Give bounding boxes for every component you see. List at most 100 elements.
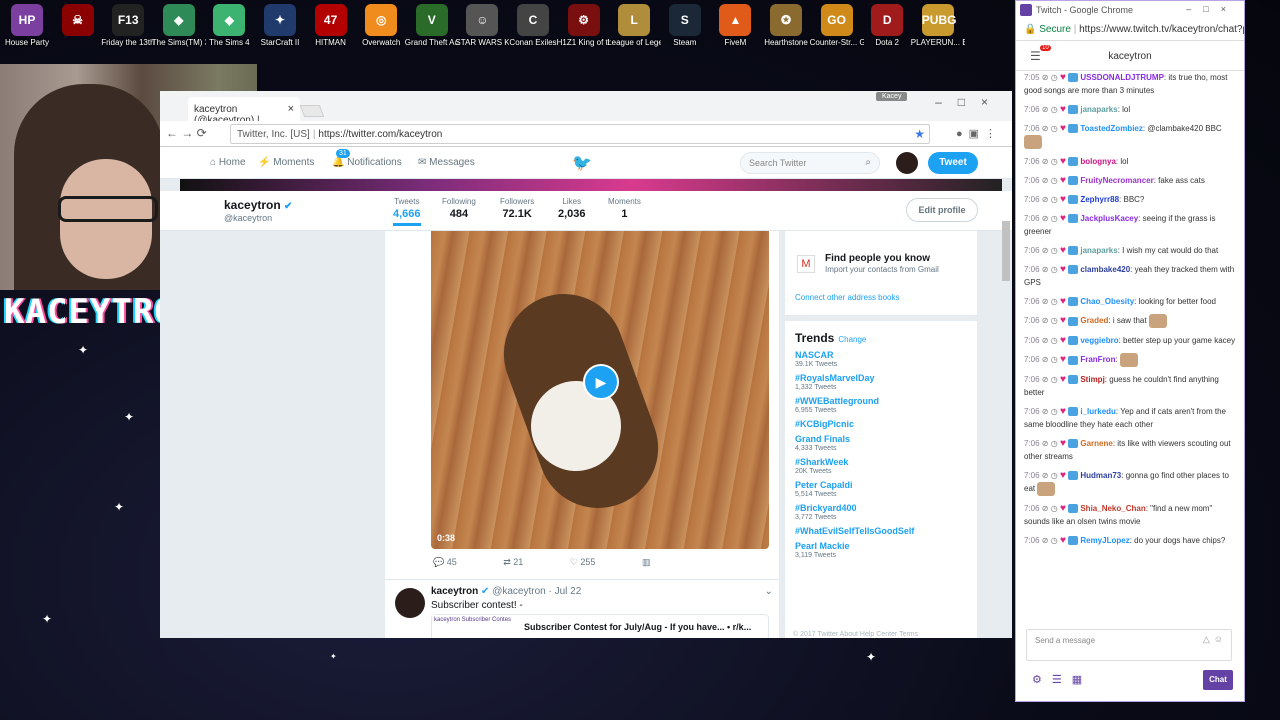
chat-username[interactable]: Graded [1080,316,1108,325]
mod-icons[interactable]: ⊘ ◷ [1040,471,1060,480]
link-card[interactable]: kaceytron Subscriber Contes Subscriber C… [431,614,769,638]
mod-icons[interactable]: ⊘ ◷ [1040,105,1060,114]
chat-username[interactable]: Chao_Obesity [1080,297,1134,306]
trend-item[interactable]: Pearl Mackie 3,119 Tweets [795,541,967,559]
emote-icon[interactable]: △☺ [1203,634,1227,645]
mod-icons[interactable]: ⊘ ◷ [1040,265,1060,274]
desktop-icon[interactable]: ✦ StarCraft II [253,4,307,48]
tweet-button[interactable]: Tweet [928,152,978,174]
chat-username[interactable]: clambake420 [1080,265,1130,274]
stat-following[interactable]: Following 484 [442,197,476,220]
trend-item[interactable]: #WWEBattleground 6,955 Tweets [795,396,967,414]
edit-profile-button[interactable]: Edit profile [906,198,978,222]
nav-messages[interactable]: ✉ Messages [418,157,475,168]
trend-item[interactable]: #WhatEvilSelfTellsGoodSelf [795,526,967,536]
mod-icons[interactable]: ⊘ ◷ [1040,297,1060,306]
mod-icons[interactable]: ⊘ ◷ [1040,124,1060,133]
chat-username[interactable]: janaparks [1080,246,1117,255]
mod-icons[interactable]: ⊘ ◷ [1040,73,1060,82]
desktop-icon[interactable]: ◆ The Sims(TM) 3 [152,4,206,48]
desktop-icon[interactable]: ▲ FiveM [708,4,762,48]
tweet[interactable]: kaceytron ✔ @kaceytron · Jul 22 Subscrib… [385,579,779,638]
chat-send-button[interactable]: Chat [1203,670,1233,690]
mod-icons[interactable]: ⊘ ◷ [1040,439,1060,448]
trends-change-link[interactable]: Change [838,335,866,344]
reply-button[interactable]: 💬 45 [433,557,479,567]
mod-icons[interactable]: ⊘ ◷ [1040,195,1060,204]
scrollbar[interactable] [1002,221,1010,281]
avatar[interactable] [395,588,425,618]
twitter-search-input[interactable]: Search Twitter ⌕ [740,152,880,174]
trend-item[interactable]: #RoyalsMarvelDay 1,332 Tweets [795,373,967,391]
mod-icons[interactable]: ⊘ ◷ [1040,336,1060,345]
play-icon[interactable]: ▶ [583,364,619,400]
desktop-icon[interactable]: D Dota 2 [860,4,914,48]
tweet-author[interactable]: kaceytron [431,586,478,597]
mod-icons[interactable]: ⊘ ◷ [1040,504,1060,513]
bookmark-star-icon[interactable]: ★ [914,127,925,141]
chat-settings-icon[interactable]: ⚙☰▦ [1032,673,1092,686]
tweet-date[interactable]: Jul 22 [555,586,582,597]
trend-item[interactable]: #Brickyard400 3,772 Tweets [795,503,967,521]
desktop-icon[interactable]: ☺ STAR WARS Knights o... [455,4,509,48]
trend-item[interactable]: #SharkWeek 20K Tweets [795,457,967,475]
desktop-icon[interactable]: HP House Party [0,4,54,48]
avatar[interactable] [896,152,918,174]
desktop-icon[interactable]: C Conan Exiles [506,4,560,48]
new-tab-button[interactable] [299,105,325,117]
connect-address-books-link[interactable]: Connect other address books [795,293,900,302]
window-controls[interactable]: –□× [935,95,1004,109]
mod-icons[interactable]: ⊘ ◷ [1040,176,1060,185]
stat-likes[interactable]: Likes 2,036 [558,197,586,220]
chevron-down-icon[interactable]: ⌄ [765,586,773,597]
chat-username[interactable]: i_lurkedu [1080,407,1116,416]
url-field[interactable]: Twitter, Inc. [US] | https://twitter.com/k… [230,124,930,144]
retweet-button[interactable]: ⇄ 21 [503,557,545,567]
trend-item[interactable]: Grand Finals 4,333 Tweets [795,434,967,452]
chat-message-input[interactable]: Send a message △☺ [1026,629,1232,661]
mod-icons[interactable]: ⊘ ◷ [1040,246,1060,255]
mod-icons[interactable]: ⊘ ◷ [1040,355,1060,364]
chat-username[interactable]: USSDONALDJTRUMP [1080,73,1164,82]
tweet-video[interactable]: ▶ 0:38 [431,231,769,549]
chat-username[interactable]: Stimpj [1080,375,1104,384]
stat-moments[interactable]: Moments 1 [608,197,641,220]
chat-username[interactable]: FruityNecromancer [1080,176,1153,185]
desktop-icon[interactable]: ☠ [51,4,105,38]
find-people-title[interactable]: Find people you know [825,253,930,264]
twitter-bird-icon[interactable]: 🐦 [572,153,592,173]
nav-notifications[interactable]: 🔔 Notifications [332,157,402,168]
desktop-icon[interactable]: PUBG PLAYERUN... BATTLEGR... [911,4,965,48]
mod-icons[interactable]: ⊘ ◷ [1040,536,1060,545]
profile-name[interactable]: kaceytron ✔ [224,198,292,212]
chat-username[interactable]: FranFron [1080,355,1115,364]
desktop-icon[interactable]: ✪ Hearthstone [759,4,813,48]
mod-icons[interactable]: ⊘ ◷ [1040,407,1060,416]
desktop-icon[interactable]: ◎ Overwatch [354,4,408,48]
chat-url-bar[interactable]: 🔒 Secure | https://www.twitch.tv/kaceytr… [1016,19,1244,41]
reload-icon[interactable]: ← → ⟳ [166,126,207,140]
chat-username[interactable]: RemyJLopez [1080,536,1129,545]
chat-username[interactable]: veggiebro [1080,336,1118,345]
desktop-icon[interactable]: ⚙ H1Z1 King of the Kill [557,4,611,48]
nav-home[interactable]: ⌂ Home [210,157,246,168]
chat-username[interactable]: Zephyrr88 [1080,195,1119,204]
nav-moments[interactable]: ⚡ Moments [258,157,314,168]
extension-icons[interactable]: ●▣⋮ [956,127,1002,140]
analytics-icon[interactable]: ▥ [642,557,651,567]
mod-icons[interactable]: ⊘ ◷ [1040,157,1060,166]
chat-username[interactable]: JackplusKacey [1080,214,1138,223]
mod-icons[interactable]: ⊘ ◷ [1040,375,1060,384]
browser-tab[interactable]: kaceytron (@kaceytron) | × [188,97,300,126]
chat-username[interactable]: Garnene [1080,439,1112,448]
chat-username[interactable]: Shia_Neko_Chan [1080,504,1145,513]
chat-username[interactable]: bolognya [1080,157,1116,166]
trend-item[interactable]: NASCAR 39.1K Tweets [795,350,967,368]
desktop-icon[interactable]: V Grand Theft Auto V [405,4,459,48]
trend-item[interactable]: #KCBigPicnic [795,419,967,429]
stat-tweets[interactable]: Tweets 4,666 [393,197,421,226]
stat-followers[interactable]: Followers 72.1K [500,197,534,220]
desktop-icon[interactable]: F13 Friday the 13th Th... [101,4,155,48]
mod-icons[interactable]: ⊘ ◷ [1040,316,1060,325]
chat-username[interactable]: janaparks [1080,105,1117,114]
